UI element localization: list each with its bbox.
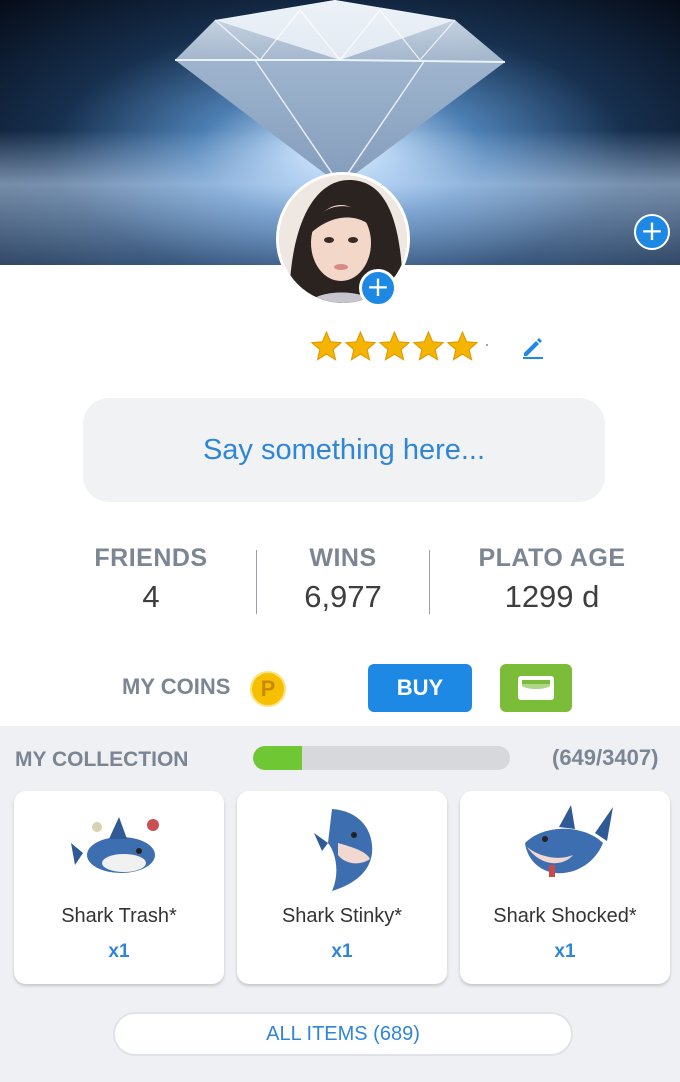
rating-stars <box>310 330 479 364</box>
star-icon <box>412 330 445 361</box>
stat-value: 6,977 <box>304 579 382 614</box>
stat-label: PLATO AGE <box>478 544 626 572</box>
shark-trash-sticker <box>71 817 159 873</box>
stat-friends[interactable]: FRIENDS 4 <box>80 544 222 615</box>
stat-label: FRIENDS <box>94 544 208 572</box>
shark-shocked-sticker <box>525 805 613 877</box>
wallet-icon <box>518 676 554 700</box>
collection-count: (649/3407) <box>552 745 659 770</box>
dot-separator <box>486 344 488 346</box>
collection-item-card[interactable]: Shark Shocked* x1 <box>460 791 670 984</box>
collection-item-card[interactable]: Shark Stinky* x1 <box>237 791 447 984</box>
status-placeholder: Say something here... <box>202 433 486 466</box>
avatar-add-button[interactable]: + <box>359 269 397 307</box>
shark-stinky-sticker <box>314 809 373 891</box>
item-quantity: x1 <box>554 941 576 962</box>
stat-plato-age: PLATO AGE 1299 d <box>470 544 634 615</box>
wallet-button[interactable] <box>500 664 572 712</box>
stat-value: 1299 d <box>504 579 600 614</box>
stat-value: 4 <box>142 579 160 614</box>
star-icon <box>378 330 411 361</box>
stat-divider <box>256 550 257 614</box>
stat-divider <box>429 550 430 614</box>
stat-wins: WINS 6,977 <box>270 544 416 615</box>
my-coins-label: MY COINS <box>122 674 231 699</box>
star-icon <box>310 330 343 361</box>
status-message-box[interactable]: Say something here... <box>83 398 605 502</box>
collection-progress-fill <box>253 746 302 770</box>
star-icon <box>446 330 479 361</box>
plato-coin-icon: P <box>250 671 286 707</box>
item-name: Shark Shocked* <box>493 905 637 927</box>
item-quantity: x1 <box>331 941 353 962</box>
my-collection-label: MY COLLECTION <box>15 748 189 771</box>
item-quantity: x1 <box>108 941 130 962</box>
banner-add-button[interactable]: + <box>634 214 670 250</box>
stat-label: WINS <box>309 544 377 572</box>
collection-progress-bar <box>253 746 510 770</box>
item-name: Shark Trash* <box>61 905 177 927</box>
buy-button[interactable]: BUY <box>368 664 472 712</box>
collection-item-card[interactable]: Shark Trash* x1 <box>14 791 224 984</box>
all-items-button[interactable]: ALL ITEMS (689) <box>113 1012 573 1056</box>
pencil-icon[interactable] <box>520 334 546 360</box>
star-icon <box>344 330 377 361</box>
item-name: Shark Stinky* <box>281 905 403 927</box>
